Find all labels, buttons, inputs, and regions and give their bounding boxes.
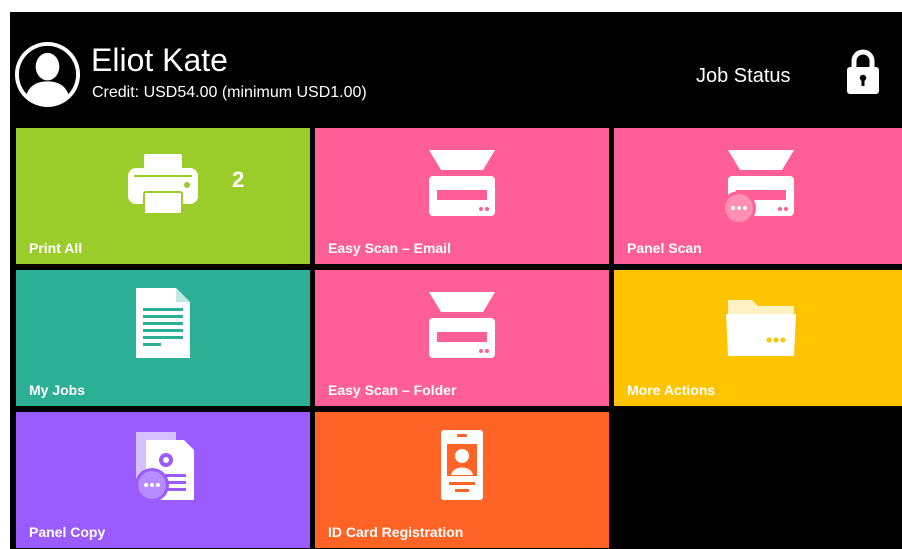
printer-icon xyxy=(128,154,198,215)
scanner-icon xyxy=(429,150,495,216)
tile-easy-scan-folder[interactable]: Easy Scan – Folder xyxy=(315,270,609,406)
user-name: Eliot Kate xyxy=(91,42,228,78)
tile-label: Easy Scan – Email xyxy=(328,240,451,256)
tile-more-actions[interactable]: More Actions xyxy=(614,270,902,406)
tile-easy-scan-email[interactable]: Easy Scan – Email xyxy=(315,128,609,264)
tile-id-card-registration[interactable]: ID Card Registration xyxy=(315,412,609,548)
copy-more-icon xyxy=(135,432,194,502)
tile-label: Print All xyxy=(29,240,83,256)
user-avatar-icon xyxy=(14,41,81,108)
job-count-badge: 2 xyxy=(232,167,245,192)
credit-balance: Credit: USD54.00 (minimum USD1.00) xyxy=(92,84,367,101)
document-icon xyxy=(136,288,190,358)
tile-panel-copy[interactable]: Panel Copy xyxy=(16,412,310,548)
tile-label: Panel Scan xyxy=(627,240,702,256)
tile-label: Easy Scan – Folder xyxy=(328,382,457,398)
folder-more-icon xyxy=(726,300,796,356)
tile-label: My Jobs xyxy=(29,382,86,398)
scanner-more-icon xyxy=(722,150,794,225)
tile-panel-scan[interactable]: Panel Scan xyxy=(614,128,902,264)
tile-print-all[interactable]: 2 Print All xyxy=(16,128,310,264)
lock-icon[interactable] xyxy=(846,47,880,95)
id-card-icon xyxy=(441,430,483,500)
tile-label: ID Card Registration xyxy=(328,524,464,540)
tile-label: Panel Copy xyxy=(29,524,106,540)
scanner-icon xyxy=(429,292,495,358)
tile-my-jobs[interactable]: My Jobs xyxy=(16,270,310,406)
release-station-screen: Eliot Kate Credit: USD54.00 (minimum USD… xyxy=(10,12,902,549)
tile-label: More Actions xyxy=(627,382,716,398)
header: Eliot Kate Credit: USD54.00 (minimum USD… xyxy=(10,12,902,125)
job-status-button[interactable]: Job Status xyxy=(696,65,791,87)
